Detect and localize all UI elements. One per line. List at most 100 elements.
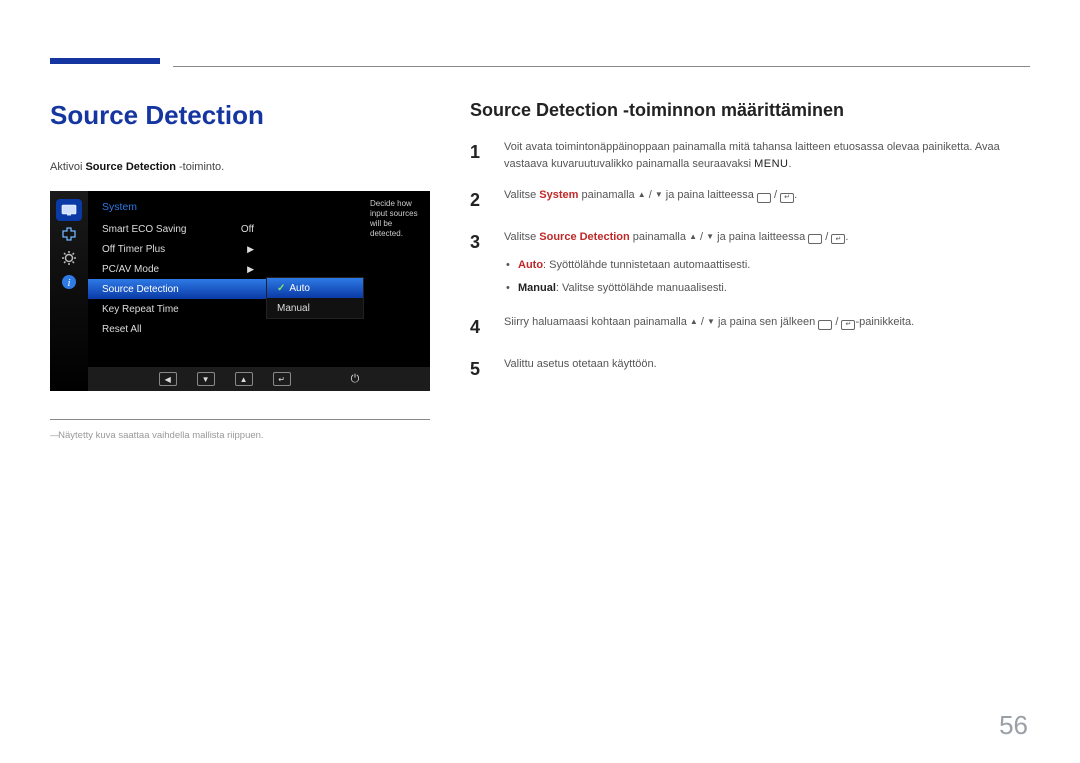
osd-screenshot: i System Smart ECO Saving Off Off Timer … bbox=[50, 191, 430, 391]
osd-row-label: Source Detection bbox=[102, 284, 179, 295]
left-column: Source Detection Aktivoi Source Detectio… bbox=[50, 100, 430, 441]
bullet-auto: Auto: Syöttölähde tunnistetaan automaatt… bbox=[504, 254, 1030, 277]
osd-row-pcav: PC/AV Mode ▶ bbox=[88, 259, 268, 279]
nav-down-icon: ▼ bbox=[197, 372, 215, 386]
osd-sidebar-screen-icon bbox=[56, 223, 82, 245]
triangle-up-icon: ▲ bbox=[690, 316, 698, 328]
step-text: . bbox=[788, 158, 791, 170]
step-text: / bbox=[822, 231, 831, 243]
button-icon bbox=[757, 193, 771, 203]
nav-left-icon: ◀ bbox=[159, 372, 177, 386]
hl-source-detection: Source Detection bbox=[539, 231, 629, 243]
osd-row-source-detection: Source Detection bbox=[88, 279, 268, 299]
osd-sidebar-info-icon: i bbox=[56, 271, 82, 293]
menu-label: MENU bbox=[754, 158, 788, 170]
footnote: Näytetty kuva saattaa vaihdella mallista… bbox=[50, 430, 430, 441]
osd-sub-text: Auto bbox=[289, 283, 310, 294]
enter-button-icon: ↵ bbox=[841, 320, 855, 330]
osd-main-panel: System Smart ECO Saving Off Off Timer Pl… bbox=[88, 191, 268, 347]
activate-line: Aktivoi Source Detection -toiminto. bbox=[50, 161, 430, 173]
note-divider bbox=[50, 419, 430, 420]
step-text: Siirry haluamaasi kohtaan painamalla bbox=[504, 316, 690, 328]
osd-row-label: Reset All bbox=[102, 324, 141, 335]
osd-sub-manual: Manual bbox=[267, 298, 363, 318]
right-column: Source Detection -toiminnon määrittämine… bbox=[470, 100, 1030, 441]
step-text: . bbox=[845, 231, 848, 243]
check-icon: ✓ bbox=[277, 283, 285, 294]
bullet-text: : Syöttölähde tunnistetaan automaattises… bbox=[543, 259, 750, 271]
page-title: Source Detection bbox=[50, 100, 430, 131]
osd-row-label: Key Repeat Time bbox=[102, 304, 179, 315]
triangle-up-icon: ▲ bbox=[689, 231, 697, 243]
activate-prefix: Aktivoi bbox=[50, 161, 85, 173]
step-2: 2 Valitse System painamalla ▲ / ▼ ja pai… bbox=[470, 187, 1030, 215]
nav-up-icon: ▲ bbox=[235, 372, 253, 386]
step-text: Valitse bbox=[504, 189, 539, 201]
step-number: 4 bbox=[470, 314, 486, 342]
bullet-label: Manual bbox=[518, 282, 556, 294]
step-1: 1 Voit avata toimintonäppäinoppaan paina… bbox=[470, 139, 1030, 173]
step-text: / bbox=[832, 316, 841, 328]
button-icon bbox=[808, 234, 822, 244]
hl-system: System bbox=[539, 189, 578, 201]
step-text: ja paina laitteessa bbox=[663, 189, 757, 201]
osd-sub-label: Manual bbox=[277, 303, 310, 314]
osd-sub-auto: ✓ Auto bbox=[267, 278, 363, 298]
step-text: Voit avata toimintonäppäinoppaan painama… bbox=[504, 141, 1000, 170]
step-5: 5 Valittu asetus otetaan käyttöön. bbox=[470, 356, 1030, 384]
osd-sidebar-picture-icon bbox=[56, 199, 82, 221]
triangle-up-icon: ▲ bbox=[638, 189, 646, 201]
step-body: Valitse System painamalla ▲ / ▼ ja paina… bbox=[504, 187, 1030, 215]
osd-help-text: Decide how input sources will be detecte… bbox=[370, 199, 425, 239]
header-accent-bar bbox=[50, 58, 160, 64]
step-text: / bbox=[698, 316, 707, 328]
step-text: . bbox=[794, 189, 797, 201]
enter-button-icon: ↵ bbox=[780, 193, 794, 203]
osd-row-off-timer: Off Timer Plus ▶ bbox=[88, 239, 268, 259]
step-text: Valitse bbox=[504, 231, 539, 243]
step-text: / bbox=[646, 189, 655, 201]
triangle-down-icon: ▼ bbox=[706, 231, 714, 243]
step-3: 3 Valitse Source Detection painamalla ▲ … bbox=[470, 229, 1030, 300]
osd-sub-label: ✓ Auto bbox=[277, 283, 310, 294]
activate-suffix: -toiminto. bbox=[176, 161, 224, 173]
steps-list: 1 Voit avata toimintonäppäinoppaan paina… bbox=[470, 139, 1030, 384]
osd-row-label: Off Timer Plus bbox=[102, 244, 165, 255]
sub-bullet-list: Auto: Syöttölähde tunnistetaan automaatt… bbox=[504, 254, 1030, 300]
osd-row-label: PC/AV Mode bbox=[102, 264, 159, 275]
chevron-right-icon: ▶ bbox=[247, 264, 254, 275]
osd-sidebar: i bbox=[50, 191, 88, 391]
bullet-label: Auto bbox=[518, 259, 543, 271]
step-body: Siirry haluamaasi kohtaan painamalla ▲ /… bbox=[504, 314, 1030, 342]
step-body: Valitse Source Detection painamalla ▲ / … bbox=[504, 229, 1030, 300]
osd-heading: System bbox=[88, 199, 268, 219]
bullet-manual: Manual: Valitse syöttölähde manuaalisest… bbox=[504, 277, 1030, 300]
step-text: / bbox=[697, 231, 706, 243]
step-text: painamalla bbox=[630, 231, 689, 243]
bullet-text: : Valitse syöttölähde manuaalisesti. bbox=[556, 282, 727, 294]
osd-sidebar-settings-icon bbox=[56, 247, 82, 269]
enter-button-icon: ↵ bbox=[831, 234, 845, 244]
step-body: Valittu asetus otetaan käyttöön. bbox=[504, 356, 1030, 384]
step-text: -painikkeita. bbox=[855, 316, 914, 328]
page-number: 56 bbox=[999, 710, 1028, 741]
step-number: 1 bbox=[470, 139, 486, 173]
triangle-down-icon: ▼ bbox=[707, 316, 715, 328]
step-number: 3 bbox=[470, 229, 486, 300]
osd-row-key-repeat: Key Repeat Time bbox=[88, 299, 268, 319]
activate-bold: Source Detection bbox=[85, 161, 175, 173]
header-rule bbox=[173, 66, 1030, 67]
osd-row-label: Smart ECO Saving bbox=[102, 224, 186, 235]
svg-text:i: i bbox=[67, 277, 70, 289]
step-body: Voit avata toimintonäppäinoppaan painama… bbox=[504, 139, 1030, 173]
nav-enter-icon: ↵ bbox=[273, 372, 291, 386]
osd-row-reset-all: Reset All bbox=[88, 319, 268, 339]
osd-row-smart-eco: Smart ECO Saving Off bbox=[88, 219, 268, 239]
triangle-down-icon: ▼ bbox=[655, 189, 663, 201]
step-text: ja paina laitteessa bbox=[714, 231, 808, 243]
section-heading: Source Detection -toiminnon määrittämine… bbox=[470, 100, 1030, 121]
button-icon bbox=[818, 320, 832, 330]
step-text: ja paina sen jälkeen bbox=[715, 316, 818, 328]
step-text: painamalla bbox=[578, 189, 637, 201]
step-number: 5 bbox=[470, 356, 486, 384]
